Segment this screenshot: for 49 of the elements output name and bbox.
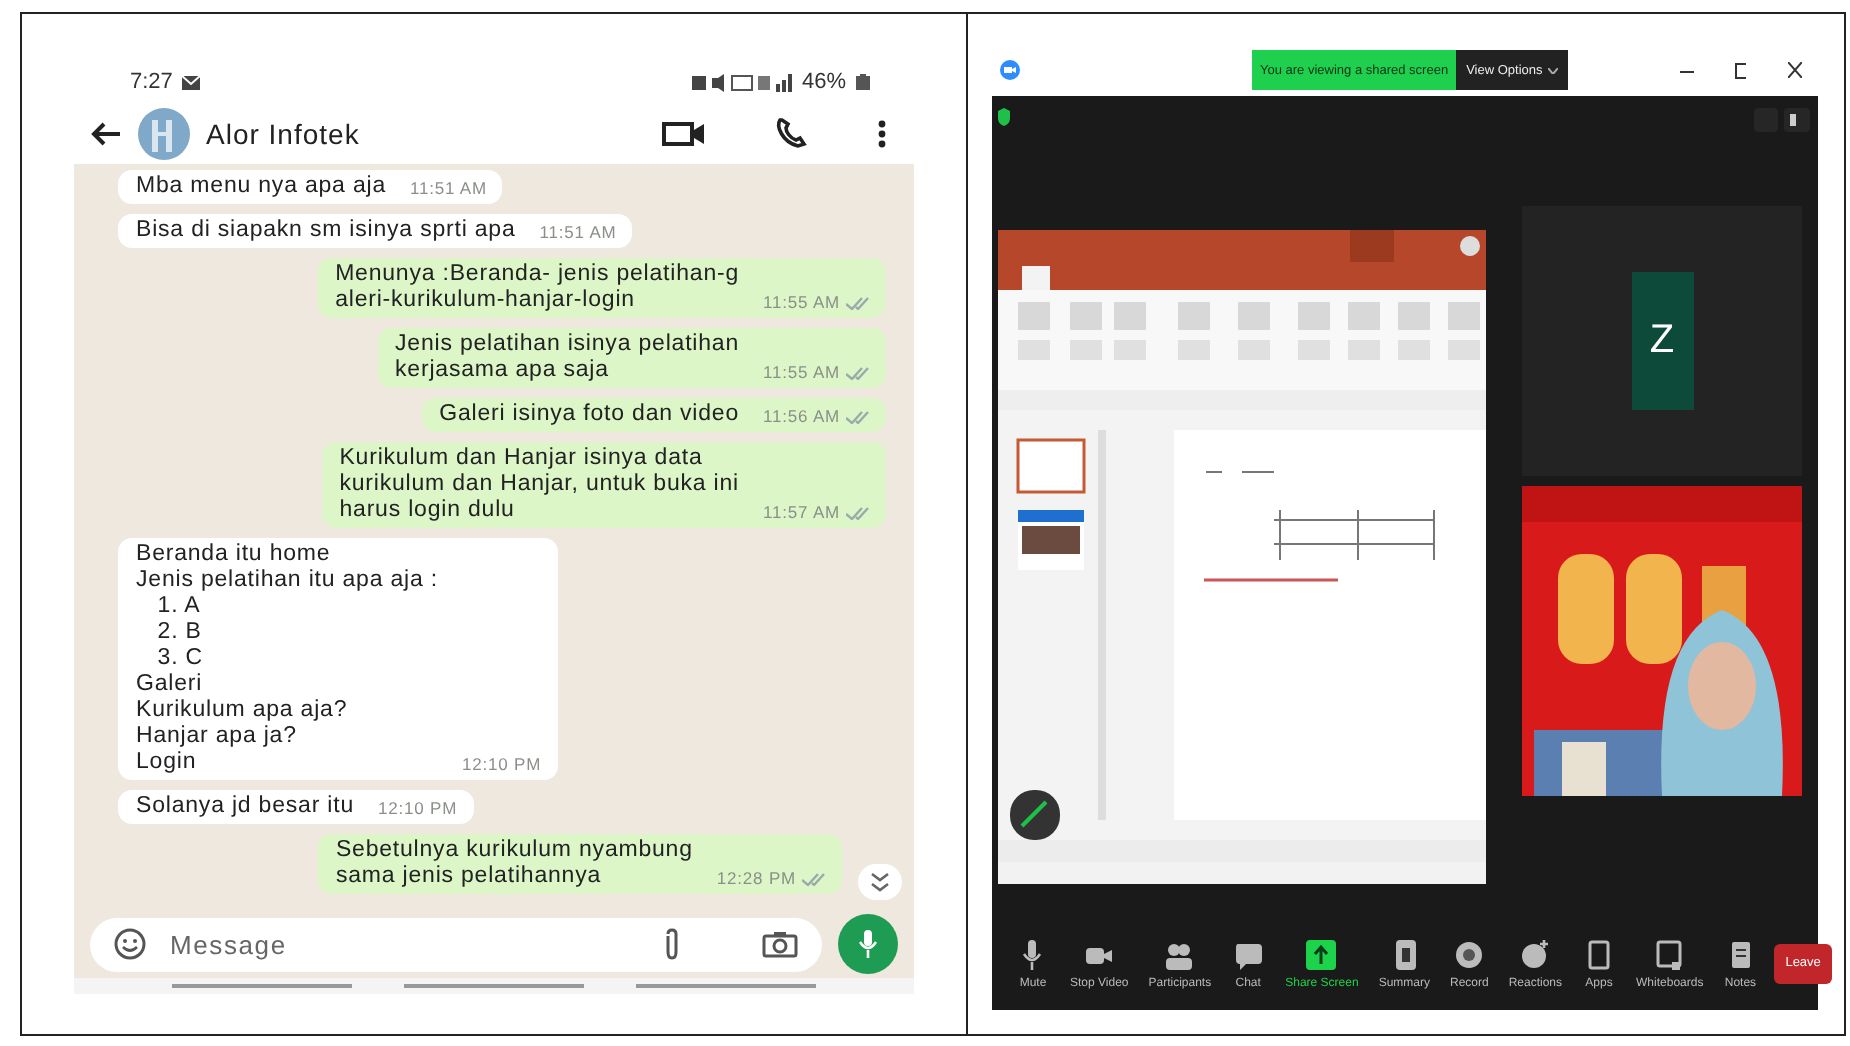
message-text: Sebetulnya kurikulum nyambung sama jenis pelatihannya: [335, 838, 693, 890]
voice-message-button[interactable]: [838, 914, 898, 974]
message-composer[interactable]: Message: [90, 917, 822, 971]
double-check-icon: [846, 366, 870, 380]
menu-icon[interactable]: [878, 120, 886, 148]
battery-icon: [856, 74, 870, 90]
double-check-icon: [846, 410, 870, 424]
double-check-icon: [802, 872, 826, 886]
emoji-icon[interactable]: [114, 928, 146, 960]
message-text: Beranda itu home Jenis pelatihan itu apa aja : 1. A 2. B 3. C Galeri Kurikulum apa aja? Hanjar apa ja? Login: [136, 542, 438, 776]
back-arrow-icon[interactable]: [90, 122, 122, 146]
message-text: Solanya jd besar itu: [136, 794, 355, 820]
message-time: 11:56 AM: [763, 406, 840, 428]
message-text: Menunya :Beranda- jenis pelatihan-g aleri-kurikulum-hanjar-login: [335, 262, 740, 314]
participant-initial: Z: [1631, 272, 1693, 410]
message-time: 12:10 PM: [461, 754, 542, 776]
view-layout-icon[interactable]: [1754, 108, 1810, 132]
caret-icon: [1548, 67, 1559, 73]
message-text: Galeri isinya foto dan video: [439, 402, 740, 428]
shield-icon: [998, 108, 1010, 126]
status-icons: [691, 73, 792, 91]
message-time: 11:51 AM: [539, 222, 617, 244]
zoom-logo-icon: [1000, 60, 1020, 80]
microphone-icon: [858, 930, 878, 958]
message-time: 12:28 PM: [716, 868, 796, 890]
video-call-icon[interactable]: [662, 120, 706, 148]
whiteboard-icon: [1652, 937, 1687, 971]
battery-percent: 46%: [801, 70, 846, 94]
clock-time: 7:27: [130, 70, 173, 94]
message-time: 11:57 AM: [763, 502, 840, 524]
mail-icon: [182, 75, 201, 89]
attachment-icon[interactable]: [662, 928, 682, 960]
double-check-icon: [846, 506, 870, 520]
camera-icon[interactable]: [762, 930, 798, 958]
record-icon: [1452, 937, 1487, 971]
double-check-icon: [846, 296, 870, 310]
close-icon[interactable]: [1788, 62, 1802, 78]
phone-call-icon[interactable]: [774, 118, 810, 150]
maximize-icon[interactable]: [1734, 61, 1748, 79]
scroll-down-icon[interactable]: [858, 864, 902, 900]
message-text: Bisa di siapakn sm isinya sprti apa: [136, 218, 516, 244]
message-field[interactable]: Message: [166, 927, 642, 961]
message-time: 12:10 PM: [378, 798, 458, 820]
message-time: 11:55 AM: [763, 292, 840, 314]
message-time: 11:55 AM: [763, 362, 840, 384]
message-text: Jenis pelatihan isinya pelatihan kerjasama apa saja: [395, 332, 740, 384]
message-time: 11:51 AM: [410, 178, 487, 200]
message-text: Mba menu nya apa aja: [136, 174, 386, 200]
message-text: Kurikulum dan Hanjar isinya data kurikulum dan Hanjar, untuk buka ini harus login dulu: [339, 446, 740, 524]
